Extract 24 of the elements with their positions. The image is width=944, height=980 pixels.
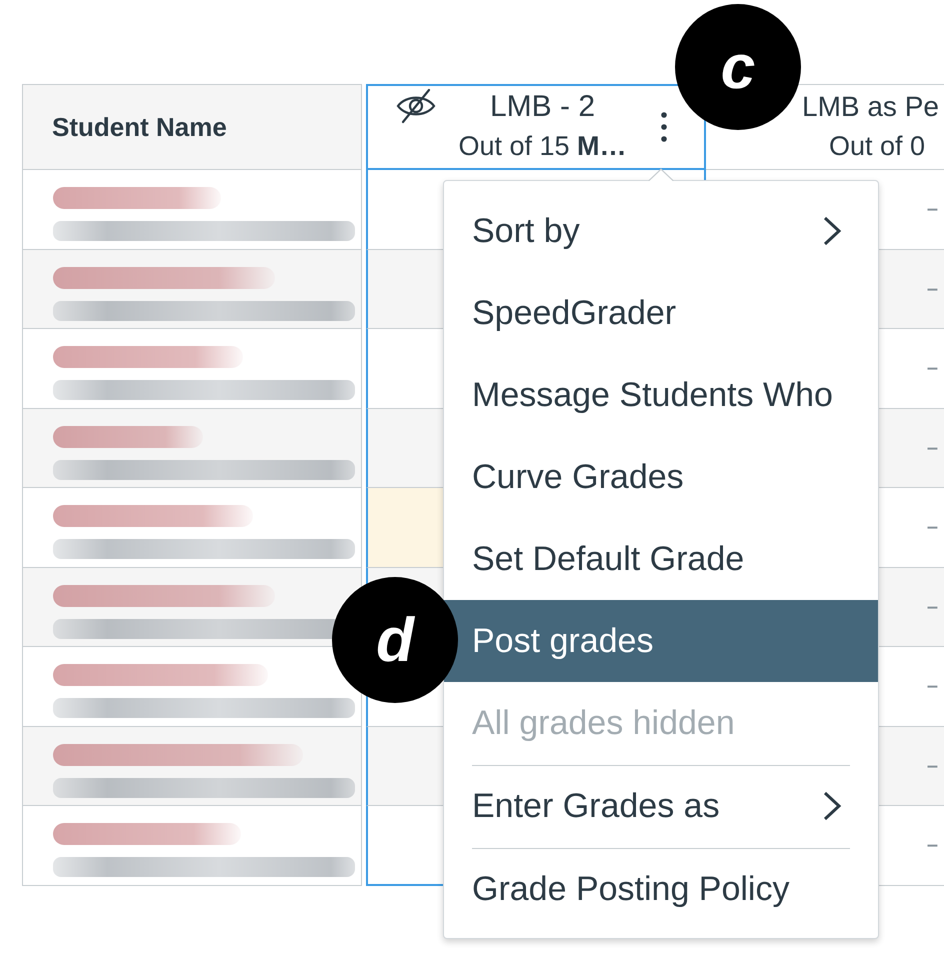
menu-item[interactable]: Grade Posting Policy (444, 848, 878, 930)
column-header: Student Name (22, 84, 362, 170)
menu-item[interactable]: SpeedGrader (444, 272, 878, 354)
grade-dash: – (926, 833, 938, 858)
column-subtitle: Out of 15 M… (458, 130, 627, 163)
menu-item[interactable]: Curve Grades (444, 436, 878, 518)
grade-dash: – (926, 276, 938, 301)
menu-item[interactable]: Sort by (444, 190, 878, 272)
chevron-right-icon (822, 215, 842, 247)
menu-item[interactable]: Post grades (444, 600, 878, 682)
grade-dash: – (926, 356, 938, 380)
grade-dash: – (926, 436, 938, 460)
grade-dash: – (926, 674, 938, 698)
menu-item[interactable]: Enter Grades as (444, 765, 878, 847)
menu-item[interactable]: Message Students Who (444, 354, 878, 436)
column-title: LMB - 2 (490, 90, 596, 124)
grade-dash: – (926, 197, 938, 222)
column-title: LMB as Pe (802, 90, 939, 124)
grade-dash: – (926, 515, 938, 540)
column-subtitle: Out of 0 (829, 130, 926, 163)
grade-dash: – (926, 594, 938, 619)
chevron-right-icon (822, 790, 842, 822)
callout-marker: c (675, 4, 801, 130)
grade-dash: – (926, 754, 938, 778)
